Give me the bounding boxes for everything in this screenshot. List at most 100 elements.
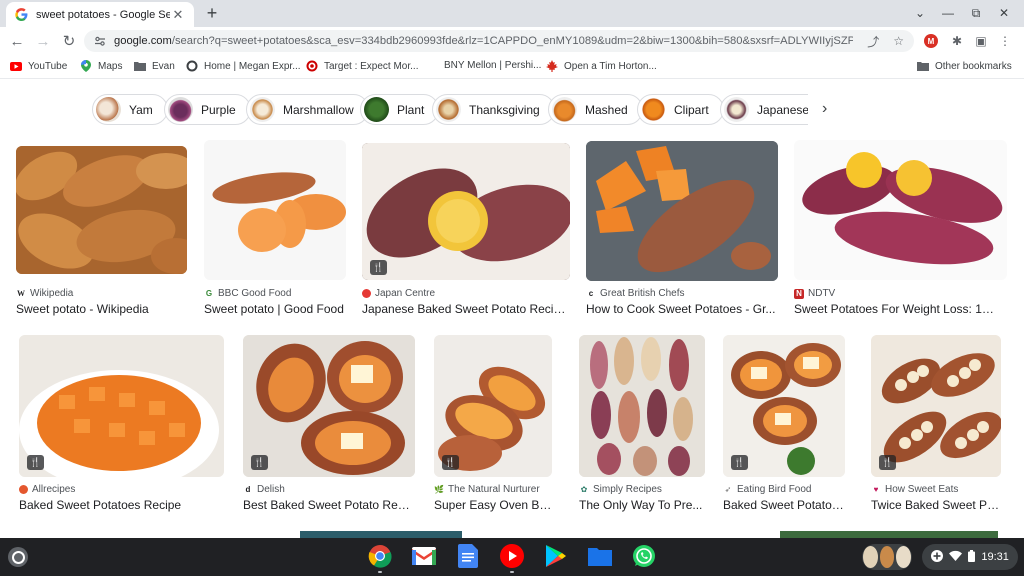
result-image[interactable]: 🍴	[723, 335, 845, 477]
japan-centre-icon	[362, 289, 371, 298]
result-image[interactable]: 🍴	[434, 335, 552, 477]
chip-mashed[interactable]: Mashed	[548, 94, 643, 125]
simply-recipes-icon: ✿	[580, 485, 588, 494]
image-result[interactable]: 🍴 ➶ Eating Bird Food Baked Sweet Potato -…	[723, 335, 847, 513]
image-result[interactable]: c Great British Chefs How to Cook Sweet P…	[586, 141, 778, 316]
result-title[interactable]: The Only Way To Pre...	[579, 498, 705, 512]
chip-marshmallow[interactable]: Marshmallow	[246, 94, 369, 125]
chip-yam[interactable]: Yam	[92, 94, 168, 125]
image-result[interactable]: 🍴 Allrecipes Baked Sweet Potatoes Recipe	[19, 335, 224, 513]
source-name: The Natural Nurturer	[448, 484, 540, 495]
result-image[interactable]: 🍴	[243, 335, 415, 477]
result-image[interactable]	[204, 140, 346, 280]
bookmark-tim-hortons[interactable]: Open a Tim Horton...	[546, 60, 657, 72]
image-result[interactable]: 🍴 Japan Centre Japanese Baked Sweet Pota…	[362, 143, 570, 316]
chromeos-shelf: 19:31	[0, 538, 1024, 576]
play-store-icon[interactable]	[543, 543, 569, 569]
image-result[interactable]: N NDTV Sweet Potatoes For Weight Loss: 12…	[794, 140, 1007, 316]
chip-purple[interactable]: Purple	[164, 94, 251, 125]
result-title[interactable]: Japanese Baked Sweet Potato Recip...	[362, 302, 570, 316]
tab-sweet-potatoes[interactable]: sweet potatoes - Google Search ✕	[6, 2, 194, 27]
bookmark-maps[interactable]: Maps	[80, 60, 122, 72]
result-title[interactable]: Super Easy Oven Bak...	[434, 498, 558, 512]
side-panel-icon[interactable]: ▣	[972, 32, 990, 50]
chevron-right-icon[interactable]: ›	[822, 100, 827, 118]
site-info-icon[interactable]	[94, 35, 106, 47]
result-image[interactable]	[586, 141, 778, 281]
bookmark-megan[interactable]: Home | Megan Expr...	[186, 60, 301, 72]
bookmark-bny[interactable]: BNY Mellon | Pershi...	[444, 60, 541, 71]
result-title[interactable]: Sweet potato - Wikipedia	[16, 302, 187, 316]
image-result[interactable]: G BBC Good Food Sweet potato | Good Food	[204, 140, 346, 316]
chrome-icon[interactable]	[367, 543, 393, 569]
bookmark-youtube[interactable]: YouTube	[10, 60, 67, 72]
youtube-icon[interactable]	[499, 543, 525, 569]
extension-m-icon[interactable]: M	[924, 34, 938, 48]
result-title[interactable]: How to Cook Sweet Potatoes - Gr...	[586, 302, 776, 316]
result-source[interactable]: d Delish	[243, 484, 285, 495]
bookmark-folder-evan[interactable]: Evan	[134, 60, 175, 72]
chip-plant[interactable]: Plant	[360, 94, 440, 125]
other-bookmarks[interactable]: Other bookmarks	[917, 60, 1012, 72]
result-image[interactable]	[579, 335, 705, 477]
chip-clipart[interactable]: Clipart	[637, 94, 724, 125]
image-result[interactable]: 🍴 ♥ How Sweet Eats Twice Baked Sweet Pot.…	[871, 335, 1003, 513]
chrome-menu-icon[interactable]: ⋮	[996, 32, 1014, 50]
extensions-puzzle-icon[interactable]: ✱	[948, 32, 966, 50]
result-title[interactable]: Sweet Potatoes For Weight Loss: 12 ...	[794, 302, 999, 316]
image-result[interactable]: 🍴 🌿 The Natural Nurturer Super Easy Oven …	[434, 335, 558, 513]
result-title[interactable]: Sweet potato | Good Food	[204, 302, 346, 316]
result-image[interactable]: 🍴	[19, 335, 224, 477]
result-source[interactable]: ➶ Eating Bird Food	[723, 484, 812, 495]
result-title[interactable]: Baked Sweet Potatoes Recipe	[19, 498, 224, 512]
gmail-icon[interactable]	[411, 543, 437, 569]
wikipedia-icon: W	[17, 289, 25, 298]
partial-image-result[interactable]	[300, 531, 462, 538]
tab-close-icon[interactable]: ✕	[170, 7, 186, 23]
whatsapp-icon[interactable]	[631, 543, 657, 569]
result-image[interactable]	[16, 146, 187, 274]
close-window-icon[interactable]: ✕	[990, 3, 1018, 23]
battery-icon	[968, 549, 976, 565]
back-arrow-icon[interactable]: ←	[4, 33, 30, 50]
bookmark-label: YouTube	[28, 60, 68, 72]
result-source[interactable]: Allrecipes	[19, 484, 75, 495]
launcher-icon[interactable]	[8, 547, 28, 567]
maximize-icon[interactable]: ⧉	[962, 3, 990, 23]
result-source[interactable]: ♥ How Sweet Eats	[871, 484, 959, 495]
minimize-icon[interactable]: —	[934, 3, 962, 23]
result-image[interactable]	[794, 140, 1007, 280]
result-image[interactable]: 🍴	[362, 143, 570, 280]
docs-icon[interactable]	[455, 543, 481, 569]
chip-japanese[interactable]: Japanese	[720, 94, 808, 125]
result-image[interactable]: 🍴	[871, 335, 1001, 477]
result-source[interactable]: G BBC Good Food	[204, 288, 292, 299]
forward-arrow-icon[interactable]: →	[30, 33, 56, 50]
result-title[interactable]: Twice Baked Sweet Pot...	[871, 498, 1003, 512]
image-result[interactable]: ✿ Simply Recipes The Only Way To Pre...	[579, 335, 705, 513]
result-source[interactable]: Japan Centre	[362, 288, 435, 299]
chip-thumbnail	[168, 97, 193, 122]
share-icon[interactable]: ⤴	[867, 33, 879, 50]
chip-thanksgiving[interactable]: Thanksgiving	[432, 94, 555, 125]
result-source[interactable]: W Wikipedia	[16, 288, 73, 299]
result-source[interactable]: 🌿 The Natural Nurturer	[434, 484, 540, 495]
partial-image-result[interactable]	[780, 531, 998, 538]
address-bar[interactable]: google.com/search?q=sweet+potatoes&sca_e…	[84, 30, 914, 52]
tab-search-icon[interactable]: ⌄	[906, 3, 934, 23]
holding-space-tray[interactable]	[862, 544, 912, 570]
files-icon[interactable]	[587, 543, 613, 569]
bookmark-star-icon[interactable]: ☆	[893, 34, 904, 48]
result-source[interactable]: c Great British Chefs	[586, 288, 685, 299]
result-source[interactable]: N NDTV	[794, 288, 835, 299]
result-source[interactable]: ✿ Simply Recipes	[579, 484, 662, 495]
result-title[interactable]: Best Baked Sweet Potato Reci...	[243, 498, 413, 512]
bookmark-target[interactable]: Target : Expect Mor...	[306, 60, 418, 72]
add-circle-icon	[931, 549, 944, 565]
image-result[interactable]: W Wikipedia Sweet potato - Wikipedia	[16, 146, 187, 316]
status-tray[interactable]: 19:31	[922, 544, 1018, 570]
result-title[interactable]: Baked Sweet Potato - ...	[723, 498, 847, 512]
new-tab-button[interactable]: +	[202, 3, 222, 24]
reload-icon[interactable]: ↻	[56, 32, 82, 50]
image-result[interactable]: 🍴 d Delish Best Baked Sweet Potato Reci..…	[243, 335, 415, 513]
